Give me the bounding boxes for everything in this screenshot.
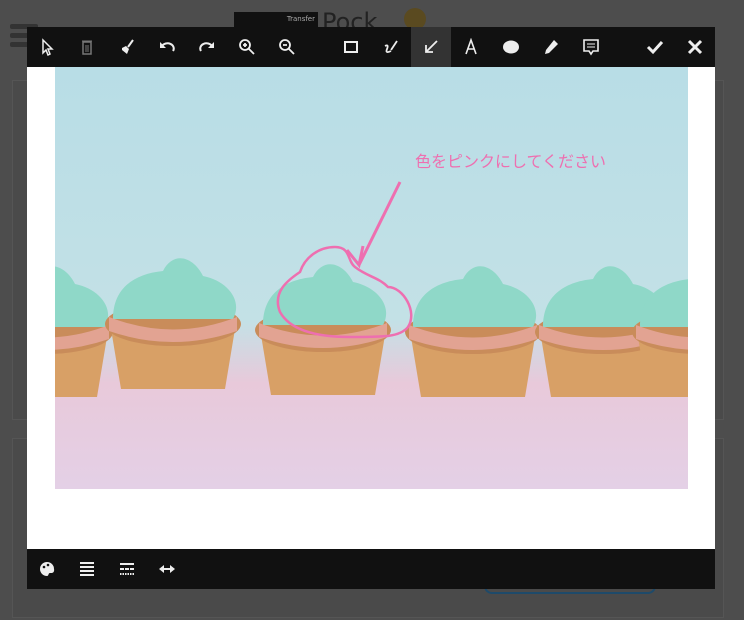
arrow-tool-button[interactable] [411, 27, 451, 67]
rectangle-icon [344, 41, 358, 53]
text-icon [465, 38, 477, 55]
confirm-button[interactable] [635, 27, 675, 67]
annotation-text[interactable]: 色をピンクにしてください [415, 148, 606, 172]
text-tool-button[interactable] [451, 27, 491, 67]
arrow-heads-button[interactable] [147, 549, 187, 589]
line-width-button[interactable] [67, 549, 107, 589]
ellipse-icon [503, 40, 519, 54]
check-icon [646, 40, 664, 55]
close-icon [687, 39, 703, 55]
freehand-tool-button[interactable] [371, 27, 411, 67]
trash-icon [82, 40, 92, 55]
line-style-button[interactable] [107, 549, 147, 589]
redo-button[interactable] [187, 27, 227, 67]
annotation-arrow [345, 181, 402, 269]
select-tool-button[interactable] [27, 27, 67, 67]
palette-icon [40, 562, 55, 576]
color-button[interactable] [27, 549, 67, 589]
pen-icon [545, 40, 558, 54]
annotation-freehand-outline [276, 245, 413, 339]
annotation-layer [276, 181, 413, 339]
clear-button[interactable] [107, 27, 147, 67]
delete-button[interactable] [67, 27, 107, 67]
zoom-out-button[interactable] [267, 27, 307, 67]
comment-tool-button[interactable] [571, 27, 611, 67]
rectangle-tool-button[interactable] [331, 27, 371, 67]
bottom-toolbar [27, 549, 715, 589]
annotation-canvas[interactable]: 色をピンクにしてください [55, 67, 688, 489]
logo-tag: Transfer [286, 15, 315, 23]
arrow-icon [425, 40, 438, 53]
line-style-icon [120, 563, 134, 575]
double-arrow-icon [159, 565, 175, 573]
zoom-in-icon [239, 39, 255, 55]
freehand-icon [384, 40, 398, 54]
zoom-in-button[interactable] [227, 27, 267, 67]
ellipse-tool-button[interactable] [491, 27, 531, 67]
comment-icon [583, 39, 599, 56]
top-toolbar [27, 27, 715, 67]
image-annotation-editor: 色をピンクにしてください [27, 27, 715, 589]
undo-button[interactable] [147, 27, 187, 67]
line-width-icon [80, 562, 94, 576]
close-button[interactable] [675, 27, 715, 67]
zoom-out-icon [279, 39, 295, 55]
broom-icon [122, 39, 134, 54]
highlighter-tool-button[interactable] [531, 27, 571, 67]
cursor-icon [42, 38, 54, 56]
redo-icon [199, 42, 214, 52]
undo-icon [160, 42, 175, 52]
